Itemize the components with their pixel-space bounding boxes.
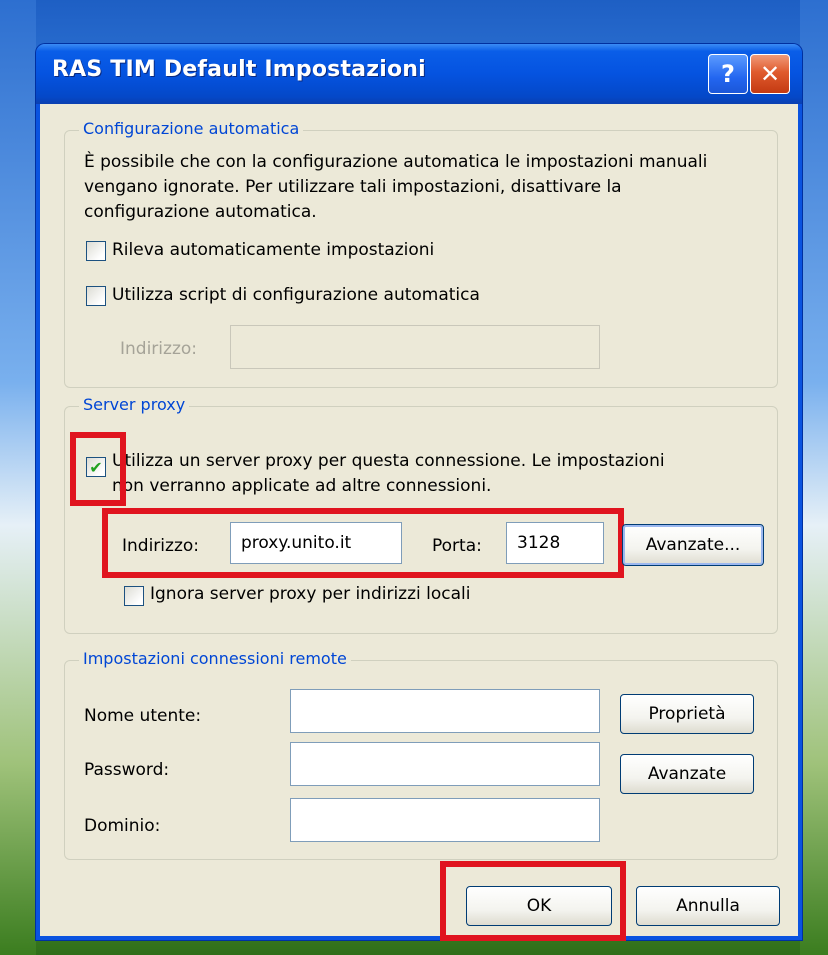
window-title: RAS TIM Default Impostazioni [52, 57, 426, 82]
desktop-background-right [800, 0, 828, 955]
username-label: Nome utente: [84, 706, 202, 726]
remote-advanced-button[interactable]: Avanzate [620, 754, 754, 794]
bypass-local-checkbox[interactable] [124, 586, 144, 606]
ok-button-highlight [440, 861, 626, 941]
proxy-group-label: Server proxy [79, 395, 190, 414]
detect-settings-label[interactable]: Rileva automaticamente impostazioni [112, 240, 434, 260]
close-icon: ✕ [759, 60, 781, 88]
config-script-checkbox[interactable] [86, 286, 106, 306]
script-address-label: Indirizzo: [120, 339, 197, 359]
proxy-address-port-highlight [102, 508, 624, 578]
detect-settings-checkbox[interactable] [86, 241, 106, 261]
close-button[interactable]: ✕ [750, 54, 790, 94]
script-address-input[interactable] [230, 325, 600, 369]
desktop-background [0, 0, 36, 955]
bypass-local-label[interactable]: Ignora server proxy per indirizzi locali [150, 584, 471, 604]
auto-config-description-line1: È possibile che con la configurazione au… [84, 152, 708, 172]
auto-config-group-label: Configurazione automatica [79, 119, 304, 138]
domain-input[interactable] [290, 798, 600, 842]
dialog-body: Configurazione automatica È possibile ch… [40, 104, 798, 941]
auto-config-description-line2: vengano ignorate. Per utilizzare tali im… [84, 177, 622, 197]
properties-button[interactable]: Proprietà [620, 694, 754, 734]
help-icon: ? [721, 60, 735, 88]
use-proxy-highlight [70, 432, 126, 506]
password-input[interactable] [290, 742, 600, 786]
auto-config-description-line3: configurazione automatica. [84, 202, 317, 222]
title-bar[interactable]: RAS TIM Default Impostazioni ? ✕ [36, 44, 802, 104]
cancel-button[interactable]: Annulla [636, 886, 780, 926]
config-script-label[interactable]: Utilizza script di configurazione automa… [112, 285, 480, 305]
use-proxy-label-line1[interactable]: Utilizza un server proxy per questa conn… [112, 451, 665, 471]
username-input[interactable] [290, 689, 600, 733]
use-proxy-label-line2[interactable]: non verranno applicate ad altre connessi… [112, 476, 491, 496]
domain-label: Dominio: [84, 816, 161, 836]
remote-connection-group-label: Impostazioni connessioni remote [79, 649, 351, 668]
settings-dialog: RAS TIM Default Impostazioni ? ✕ Configu… [36, 44, 802, 941]
proxy-advanced-button[interactable]: Avanzate... [622, 524, 764, 566]
password-label: Password: [84, 760, 170, 780]
help-button[interactable]: ? [708, 54, 748, 94]
